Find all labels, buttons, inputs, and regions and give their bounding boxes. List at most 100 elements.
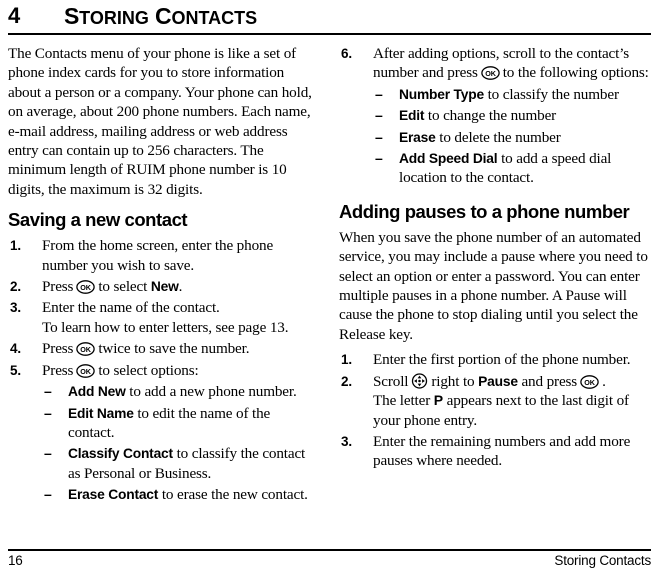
header-divider bbox=[8, 33, 651, 35]
chapter-title-ontacts: ONTACTS bbox=[171, 8, 258, 28]
step-marker: 6. bbox=[341, 46, 352, 61]
svg-text:OK: OK bbox=[81, 345, 92, 354]
step-item: 2. Press OK to select New. bbox=[8, 277, 320, 296]
ok-key-icon: OK bbox=[480, 66, 500, 81]
step-marker: 5. bbox=[10, 362, 21, 378]
footer-divider bbox=[8, 549, 651, 551]
step-subtext: The letter P appears next to the last di… bbox=[373, 391, 651, 430]
list-item: – Erase to delete the number bbox=[373, 128, 651, 147]
step-text-post: . bbox=[602, 372, 606, 390]
chapter-title-c: C bbox=[155, 3, 172, 29]
step-text-pre: Press bbox=[42, 278, 74, 296]
step-text: Enter the first portion of the phone num… bbox=[373, 351, 631, 369]
scroll-key-icon bbox=[411, 373, 428, 389]
chapter-number: 4 bbox=[8, 3, 20, 28]
step-item: 6. After adding options, scroll to the c… bbox=[339, 44, 651, 83]
ui-label-add-new: Add New bbox=[68, 384, 126, 400]
footer-page-number: 16 bbox=[8, 553, 23, 568]
list-item: – Add New to add a new phone number. bbox=[42, 382, 320, 401]
step-text-mid: right to bbox=[431, 372, 475, 390]
step-text-pre: Scroll bbox=[373, 372, 409, 390]
page-footer: 16 Storing Contacts bbox=[8, 553, 651, 573]
step-text-mid2: and press bbox=[521, 372, 578, 390]
ui-label-erase: Erase bbox=[399, 129, 436, 145]
step-text-mid: to select options: bbox=[98, 361, 199, 379]
list-item: – Edit to change the number bbox=[373, 106, 651, 125]
svg-text:OK: OK bbox=[81, 367, 92, 376]
list-item: – Add Speed Dial to add a speed dial loc… bbox=[373, 149, 651, 188]
step-marker: 1. bbox=[10, 238, 21, 254]
step-subtext: To learn how to enter letters, see page … bbox=[42, 318, 289, 336]
ui-label-number-type: Number Type bbox=[399, 86, 484, 102]
dash-marker: – bbox=[44, 383, 52, 400]
saving-contact-options-list: – Add New to add a new phone number. – E… bbox=[42, 382, 320, 504]
step-item: 3. Enter the name of the contact. To lea… bbox=[8, 298, 320, 337]
step-item: 2. Scroll right to Pause and press OK. The… bbox=[339, 372, 651, 430]
step-marker: 1. bbox=[341, 352, 352, 368]
chapter-title-s: S bbox=[64, 3, 80, 29]
list-item: – Number Type to classify the number bbox=[373, 85, 651, 104]
contacts-intro-paragraph: The Contacts menu of your phone is like … bbox=[8, 45, 312, 198]
ui-label-edit: Edit bbox=[399, 108, 425, 124]
saving-contact-steps: 1. From the home screen, enter the phone… bbox=[8, 236, 320, 380]
ok-key-icon: OK bbox=[76, 363, 96, 378]
option-text: to add a new phone number. bbox=[129, 383, 297, 401]
ui-label-new: New bbox=[150, 279, 179, 295]
list-item: – Erase Contact to erase the new contact… bbox=[42, 485, 320, 504]
section-heading-adding-pauses: Adding pauses to a phone number bbox=[339, 200, 630, 222]
dash-marker: – bbox=[375, 128, 383, 145]
ok-key-icon: OK bbox=[76, 342, 96, 357]
step-item: 1. From the home screen, enter the phone… bbox=[8, 236, 320, 275]
step-text: Enter the name of the contact. bbox=[42, 299, 220, 317]
ok-key-icon: OK bbox=[580, 374, 599, 389]
dash-marker: – bbox=[375, 85, 383, 102]
step-item: 3. Enter the remaining numbers and add m… bbox=[339, 432, 651, 471]
section-heading-saving-a-new-contact: Saving a new contact bbox=[8, 209, 188, 231]
dash-marker: – bbox=[44, 404, 52, 421]
dash-marker: – bbox=[375, 107, 383, 124]
adding-pauses-steps: 1. Enter the first portion of the phone … bbox=[339, 350, 651, 470]
step-item: 1. Enter the first portion of the phone … bbox=[339, 350, 651, 369]
step-text-pre: Press bbox=[42, 361, 74, 379]
svg-text:OK: OK bbox=[81, 283, 92, 292]
footer-chapter-name: Storing Contacts bbox=[554, 553, 651, 568]
step-text-mid: to select bbox=[98, 278, 148, 296]
step-marker: 3. bbox=[10, 300, 21, 316]
pauses-intro-paragraph: When you save the phone number of an aut… bbox=[339, 228, 648, 343]
step-marker: 4. bbox=[10, 341, 21, 357]
option-text: to classify the number bbox=[487, 85, 619, 103]
step-marker: 2. bbox=[341, 373, 352, 389]
step-text-post: to the following options: bbox=[502, 64, 649, 82]
step-subtext-pre: The letter bbox=[373, 392, 431, 410]
step-marker: 3. bbox=[341, 433, 352, 449]
option-text: to change the number bbox=[427, 107, 557, 125]
option-text: to delete the number bbox=[439, 128, 561, 146]
dash-marker: – bbox=[44, 445, 52, 462]
step-text-post: . bbox=[178, 278, 183, 296]
dash-marker: – bbox=[44, 486, 52, 503]
right-column: 6. After adding options, scroll to the c… bbox=[339, 44, 651, 473]
step-six-list: 6. After adding options, scroll to the c… bbox=[339, 44, 651, 83]
step-text-pre: Press bbox=[42, 340, 74, 358]
left-column: The Contacts menu of your phone is like … bbox=[8, 44, 320, 507]
step-text: From the home screen, enter the phone nu… bbox=[42, 237, 274, 274]
ui-label-erase-contact: Erase Contact bbox=[68, 487, 159, 503]
dash-marker: – bbox=[375, 150, 383, 167]
step-item: 4. Press OK twice to save the number. bbox=[8, 339, 320, 358]
page-title: STORING CONTACTS bbox=[64, 2, 257, 32]
list-item: – Classify Contact to classify the conta… bbox=[42, 444, 320, 483]
ui-label-edit-name: Edit Name bbox=[68, 405, 134, 421]
option-text: to erase the new contact. bbox=[161, 486, 308, 504]
page-body: The Contacts menu of your phone is like … bbox=[8, 44, 651, 539]
ui-label-pause: Pause bbox=[478, 373, 518, 389]
step-text-mid: twice to save the number. bbox=[98, 340, 250, 358]
step-marker: 2. bbox=[10, 279, 21, 295]
step-item: 5. Press OK to select options: bbox=[8, 361, 320, 380]
ok-key-icon: OK bbox=[76, 280, 96, 294]
step-text: Enter the remaining numbers and add more… bbox=[373, 432, 631, 470]
ui-label-add-speed-dial: Add Speed Dial bbox=[399, 151, 498, 167]
step-six-options-list: – Number Type to classify the number – E… bbox=[373, 85, 651, 188]
chapter-title-toring: TORING bbox=[79, 8, 149, 28]
svg-text:OK: OK bbox=[584, 378, 595, 387]
list-item: – Edit Name to edit the name of the cont… bbox=[42, 404, 320, 443]
